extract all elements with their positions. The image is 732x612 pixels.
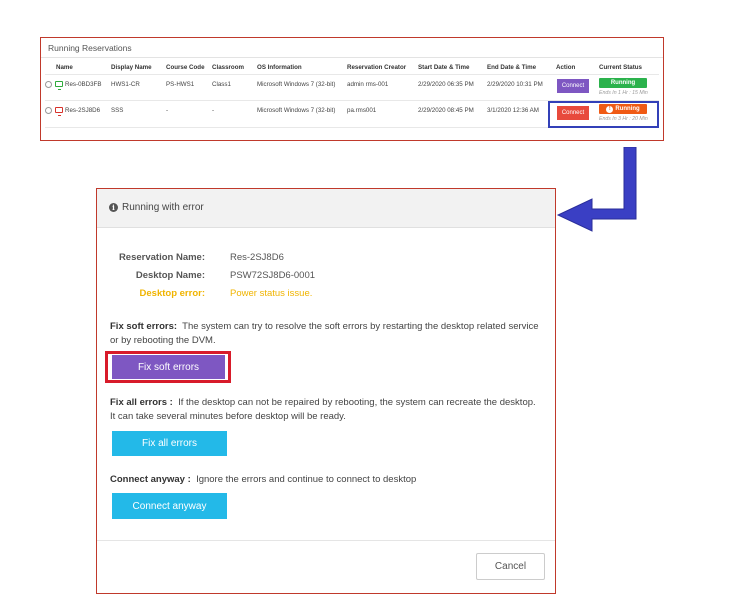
fix-soft-errors-button[interactable]: Fix soft errors — [112, 355, 225, 379]
dialog-title: Running with error — [122, 202, 204, 213]
monitor-icon — [55, 81, 63, 90]
col-header-status[interactable]: Current Status — [599, 64, 642, 71]
desktop-error-label: Desktop error: — [139, 288, 205, 299]
status-highlight-box — [548, 101, 659, 128]
fix-all-errors-heading: Fix all errors : — [110, 397, 173, 408]
reservation-name-label: Reservation Name: — [118, 252, 205, 263]
col-header-course[interactable]: Course Code — [166, 64, 205, 71]
reservation-name[interactable]: Res-2SJ8D6 — [65, 107, 100, 114]
status-badge: Running — [599, 78, 647, 88]
col-header-os[interactable]: OS Information — [257, 64, 302, 71]
fix-soft-errors-description: Fix soft errors: The system can try to r… — [110, 320, 540, 347]
course-code: PS-HWS1 — [166, 81, 195, 88]
connect-anyway-text: Ignore the errors and continue to connec… — [196, 474, 417, 485]
col-header-start[interactable]: Start Date & Time — [418, 64, 469, 71]
dialog-header: i Running with error — [97, 189, 555, 228]
status-time-remaining: Ends In 1 Hr : 15 Min — [599, 90, 648, 96]
col-header-end[interactable]: End Date & Time — [487, 64, 536, 71]
row-select-radio[interactable] — [45, 81, 52, 88]
classroom: - — [212, 107, 215, 114]
running-reservations-panel: Running Reservations Name Display Name C… — [40, 37, 664, 141]
reservation-creator: pa.rms001 — [347, 107, 377, 114]
col-header-action: Action — [556, 64, 576, 71]
connect-anyway-button[interactable]: Connect anyway — [112, 493, 227, 519]
start-datetime: 2/29/2020 06:35 PM — [418, 81, 474, 88]
desktop-name-label: Desktop Name: — [135, 270, 205, 281]
os-info: Microsoft Windows 7 (32-bit) — [257, 107, 336, 114]
start-datetime: 2/29/2020 08:45 PM — [418, 107, 474, 114]
connect-anyway-heading: Connect anyway : — [110, 474, 191, 485]
reservation-name[interactable]: Res-0BD3FB — [65, 81, 101, 88]
col-header-creator[interactable]: Reservation Creator — [347, 64, 406, 71]
arrow-icon — [556, 147, 637, 232]
fix-soft-errors-heading: Fix soft errors: — [110, 321, 178, 332]
info-icon: i — [109, 203, 118, 212]
reservation-name-value: Res-2SJ8D6 — [230, 252, 284, 263]
fix-all-errors-button[interactable]: Fix all errors — [112, 431, 227, 456]
fix-all-errors-text: If the desktop can not be repaired by re… — [110, 397, 536, 422]
monitor-icon — [55, 107, 63, 116]
col-header-display[interactable]: Display Name — [111, 64, 152, 71]
row-select-radio[interactable] — [45, 107, 52, 114]
desktop-name-value: PSW72SJ8D6-0001 — [230, 270, 316, 281]
running-with-error-dialog: i Running with error Reservation Name: R… — [96, 188, 556, 594]
course-code: - — [166, 107, 169, 114]
divider — [41, 57, 663, 58]
display-name: HWS1-CR — [111, 81, 140, 88]
connect-button[interactable]: Connect — [557, 79, 589, 93]
display-name: SSS — [111, 107, 124, 114]
cancel-button[interactable]: Cancel — [476, 553, 545, 580]
panel-title: Running Reservations — [48, 43, 132, 53]
divider — [97, 540, 555, 541]
divider — [45, 74, 659, 75]
col-header-classroom[interactable]: Classroom — [212, 64, 244, 71]
classroom: Class1 — [212, 81, 231, 88]
reservation-creator: admin rms-001 — [347, 81, 389, 88]
end-datetime: 2/29/2020 10:31 PM — [487, 81, 543, 88]
end-datetime: 3/1/2020 12:36 AM — [487, 107, 539, 114]
fix-all-errors-description: Fix all errors : If the desktop can not … — [110, 396, 540, 423]
connect-anyway-description: Connect anyway : Ignore the errors and c… — [110, 473, 540, 487]
os-info: Microsoft Windows 7 (32-bit) — [257, 81, 336, 88]
desktop-error-value: Power status issue. — [230, 288, 313, 299]
col-header-name[interactable]: Name — [56, 64, 73, 71]
